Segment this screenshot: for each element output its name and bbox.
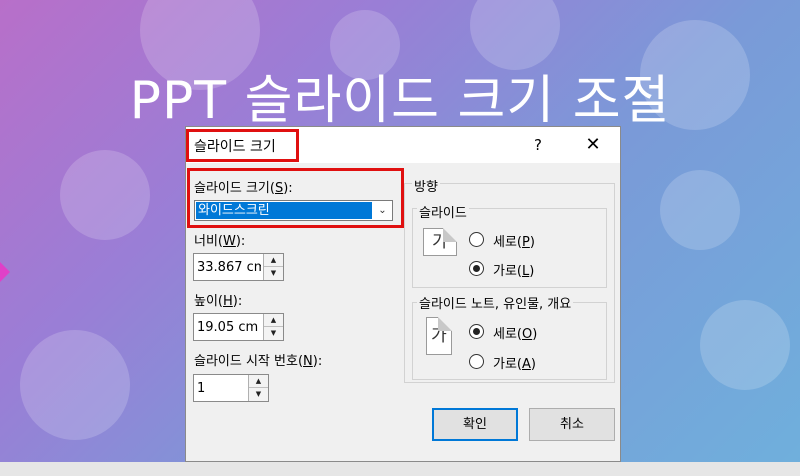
start-increment-icon[interactable]: ▲	[249, 375, 268, 388]
width-spin-buttons: ▲ ▼	[263, 254, 283, 280]
width-decrement-icon[interactable]: ▼	[264, 267, 283, 280]
help-button[interactable]: ?	[526, 133, 550, 157]
height-decrement-icon[interactable]: ▼	[264, 327, 283, 340]
start-number-stepper[interactable]: 1 ▲ ▼	[193, 374, 269, 402]
notes-portrait-radio[interactable]	[469, 324, 484, 339]
width-input[interactable]: 33.867 cm	[197, 260, 261, 275]
cancel-button[interactable]: 취소	[529, 408, 615, 441]
slide-headline: PPT 슬라이드 크기 조절	[129, 71, 671, 131]
status-bar	[0, 462, 800, 476]
close-button[interactable]: ✕	[580, 133, 606, 157]
highlight-box-size	[187, 168, 404, 228]
start-number-label: 슬라이드 시작 번호(N):	[194, 354, 323, 369]
radio-selected-dot	[473, 265, 480, 272]
ok-button[interactable]: 확인	[432, 408, 518, 441]
slide-accent-shape	[0, 262, 10, 282]
width-label: 너비(W):	[194, 234, 246, 249]
slides-portrait-radio[interactable]	[469, 232, 484, 247]
notes-landscape-radio[interactable]	[469, 354, 484, 369]
width-stepper[interactable]: 33.867 cm ▲ ▼	[193, 253, 284, 281]
start-spin-buttons: ▲ ▼	[248, 375, 268, 401]
height-spin-buttons: ▲ ▼	[263, 314, 283, 340]
landscape-page-icon: 가	[423, 228, 457, 256]
start-decrement-icon[interactable]: ▼	[249, 388, 268, 401]
bokeh-decoration	[660, 170, 740, 250]
bokeh-decoration	[60, 150, 150, 240]
slide-size-dialog: 슬라이드 크기 ? ✕ 슬라이드 크기(S): 와이드스크린 ⌄ 너비(W): …	[185, 126, 621, 462]
notes-landscape-label[interactable]: 가로(A)	[493, 353, 536, 372]
notes-group-title: 슬라이드 노트, 유인물, 개요	[417, 293, 574, 312]
height-stepper[interactable]: 19.05 cm ▲ ▼	[193, 313, 284, 341]
slides-portrait-label[interactable]: 세로(P)	[493, 231, 535, 250]
height-label: 높이(H):	[194, 294, 243, 309]
highlight-box-title	[186, 129, 299, 162]
slides-group-title: 슬라이드	[417, 202, 469, 221]
page-fold-icon	[443, 228, 457, 242]
bokeh-decoration	[20, 330, 130, 440]
bokeh-decoration	[700, 300, 790, 390]
page-fold-icon	[438, 317, 452, 331]
height-increment-icon[interactable]: ▲	[264, 314, 283, 327]
height-input[interactable]: 19.05 cm	[197, 320, 261, 335]
radio-selected-dot	[473, 328, 480, 335]
notes-portrait-label[interactable]: 세로(O)	[493, 323, 537, 342]
portrait-page-icon: 가	[426, 317, 452, 355]
slides-landscape-radio[interactable]	[469, 261, 484, 276]
width-increment-icon[interactable]: ▲	[264, 254, 283, 267]
slides-landscape-label[interactable]: 가로(L)	[493, 260, 534, 279]
orientation-title: 방향	[412, 176, 440, 195]
